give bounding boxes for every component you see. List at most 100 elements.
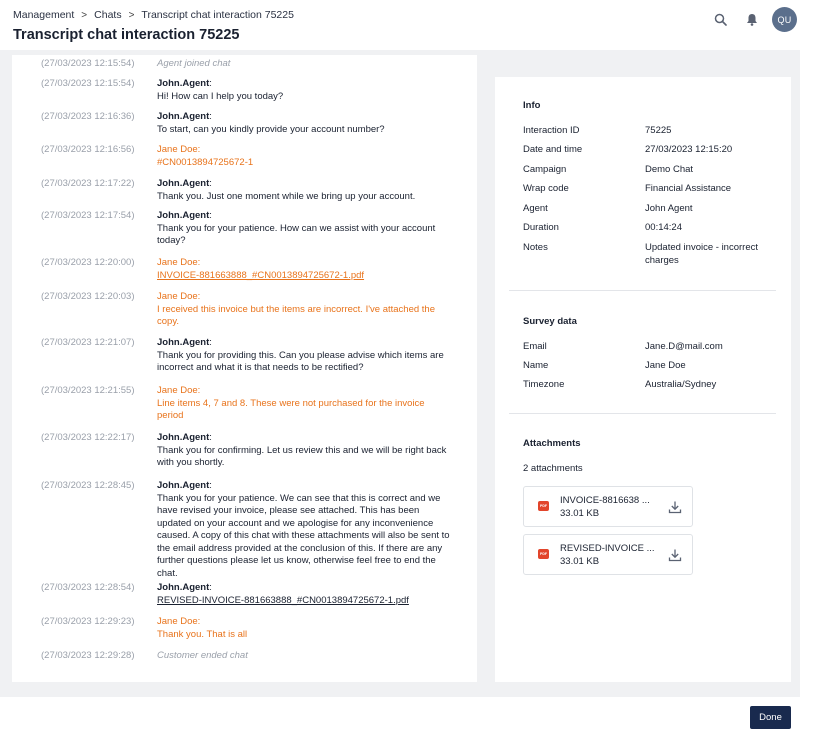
- message-text: Thank you for your patience. How can we …: [157, 222, 436, 247]
- message-text: Thank you for confirming. Let us review …: [157, 444, 447, 469]
- pdf-icon: PDF: [538, 549, 549, 559]
- message-timestamp: (27/03/2023 12:21:07): [41, 337, 135, 348]
- survey-value: Jane.D@mail.com: [645, 341, 723, 352]
- page-title: Transcript chat interaction 75225: [13, 27, 240, 43]
- info-value: Updated invoice - incorrect charges: [645, 242, 758, 266]
- message-author: John.Agent:: [157, 432, 212, 443]
- message-text: To start, can you kindly provide your ac…: [157, 123, 385, 135]
- message-text: #CN0013894725672-1: [157, 156, 254, 168]
- message-timestamp: (27/03/2023 12:16:56): [41, 144, 135, 155]
- agent-name: John.Agent: [157, 111, 210, 122]
- info-label: Agent: [523, 203, 548, 214]
- survey-value: Australia/Sydney: [645, 379, 717, 390]
- download-icon[interactable]: [668, 500, 682, 514]
- message-text: Thank you. That is all: [157, 628, 248, 640]
- message-timestamp: (27/03/2023 12:28:54): [41, 582, 135, 593]
- attachment-size: 33.01 KB: [560, 556, 600, 567]
- message-author: Jane Doe:: [157, 291, 201, 302]
- customer-name: Jane Doe: [157, 385, 198, 396]
- info-label: Campaign: [523, 164, 567, 175]
- breadcrumb: Management > Chats > Transcript chat int…: [13, 9, 294, 21]
- message-timestamp: (27/03/2023 12:20:03): [41, 291, 135, 302]
- message-timestamp: (27/03/2023 12:15:54): [41, 58, 135, 69]
- customer-name: Jane Doe: [157, 291, 198, 302]
- message-author: Jane Doe:: [157, 144, 201, 155]
- info-label: Wrap code: [523, 183, 569, 194]
- message-author: John.Agent:: [157, 178, 212, 189]
- agent-name: John.Agent: [157, 78, 210, 89]
- breadcrumb-chats[interactable]: Chats: [94, 9, 121, 21]
- message-author: John.Agent:: [157, 78, 212, 89]
- info-label: Notes: [523, 242, 548, 253]
- avatar[interactable]: QU: [772, 7, 797, 32]
- agent-name: John.Agent: [157, 582, 210, 593]
- attachment-name: REVISED-INVOICE ...: [560, 543, 655, 554]
- message-timestamp: (27/03/2023 12:22:17): [41, 432, 135, 443]
- message-author: John.Agent:: [157, 582, 212, 593]
- attachments-count: 2 attachments: [523, 463, 583, 474]
- message-timestamp: (27/03/2023 12:20:00): [41, 257, 135, 268]
- breadcrumb-separator: >: [81, 9, 88, 21]
- attachment-name: INVOICE-8816638 ...: [560, 495, 650, 506]
- info-label: Interaction ID: [523, 125, 580, 136]
- survey-label: Email: [523, 341, 547, 352]
- system-message-text: Agent joined chat: [157, 58, 231, 69]
- attachment-card[interactable]: PDF INVOICE-8816638 ... 33.01 KB: [523, 486, 693, 527]
- agent-name: John.Agent: [157, 480, 210, 491]
- transcript-panel[interactable]: (27/03/2023 12:15:54) Agent joined chat …: [12, 55, 477, 682]
- done-button[interactable]: Done: [750, 706, 791, 729]
- header-actions: QU: [710, 7, 797, 32]
- survey-title: Survey data: [523, 316, 577, 327]
- message-text: Thank you. Just one moment while we brin…: [157, 190, 416, 202]
- message-author: Jane Doe:: [157, 616, 201, 627]
- message-timestamp: (27/03/2023 12:29:28): [41, 650, 135, 661]
- agent-name: John.Agent: [157, 178, 210, 189]
- message-text: Hi! How can I help you today?: [157, 90, 284, 102]
- search-icon[interactable]: [710, 10, 730, 30]
- message-timestamp: (27/03/2023 12:16:36): [41, 111, 135, 122]
- info-label: Date and time: [523, 144, 583, 155]
- customer-name: Jane Doe: [157, 257, 198, 268]
- attachment-link[interactable]: INVOICE-881663888_#CN0013894725672-1.pdf: [157, 270, 452, 283]
- section-divider: [509, 413, 776, 414]
- pdf-icon: PDF: [538, 501, 549, 511]
- message-text: Line items 4, 7 and 8. These were not pu…: [157, 397, 425, 422]
- info-value: 27/03/2023 12:15:20: [645, 144, 733, 155]
- message-text: Thank you for providing this. Can you pl…: [157, 349, 444, 374]
- info-value: Demo Chat: [645, 164, 694, 175]
- message-timestamp: (27/03/2023 12:29:23): [41, 616, 135, 627]
- info-value: John Agent: [645, 203, 693, 214]
- breadcrumb-current: Transcript chat interaction 75225: [141, 9, 294, 21]
- message-author: John.Agent:: [157, 210, 212, 221]
- message-timestamp: (27/03/2023 12:28:45): [41, 480, 135, 491]
- download-icon[interactable]: [668, 548, 682, 562]
- info-label: Duration: [523, 222, 559, 233]
- agent-name: John.Agent: [157, 432, 210, 443]
- agent-name: John.Agent: [157, 210, 210, 221]
- message-timestamp: (27/03/2023 12:17:22): [41, 178, 135, 189]
- attachment-link[interactable]: REVISED-INVOICE-881663888_#CN00138947256…: [157, 595, 452, 608]
- customer-name: Jane Doe: [157, 616, 198, 627]
- info-value: 75225: [645, 125, 672, 136]
- survey-label: Timezone: [523, 379, 565, 390]
- bell-icon[interactable]: [742, 10, 762, 30]
- attachment-card[interactable]: PDF REVISED-INVOICE ... 33.01 KB: [523, 534, 693, 575]
- message-timestamp: (27/03/2023 12:17:54): [41, 210, 135, 221]
- message-author: John.Agent:: [157, 337, 212, 348]
- customer-name: Jane Doe: [157, 144, 198, 155]
- breadcrumb-management[interactable]: Management: [13, 9, 74, 21]
- attachments-title: Attachments: [523, 438, 581, 449]
- info-value: Financial Assistance: [645, 183, 732, 194]
- message-author: John.Agent:: [157, 111, 212, 122]
- top-bar: Management > Chats > Transcript chat int…: [0, 0, 831, 50]
- system-message-text: Customer ended chat: [157, 650, 248, 661]
- message-author: John.Agent:: [157, 480, 212, 491]
- details-panel: Info Interaction ID 75225 Date and time …: [495, 77, 791, 682]
- attachment-size: 33.01 KB: [560, 508, 600, 519]
- survey-value: Jane Doe: [645, 360, 686, 371]
- agent-name: John.Agent: [157, 337, 210, 348]
- message-text: Thank you for your patience. We can see …: [157, 492, 450, 579]
- message-author: Jane Doe:: [157, 385, 201, 396]
- info-title: Info: [523, 100, 541, 111]
- message-timestamp: (27/03/2023 12:15:54): [41, 78, 135, 89]
